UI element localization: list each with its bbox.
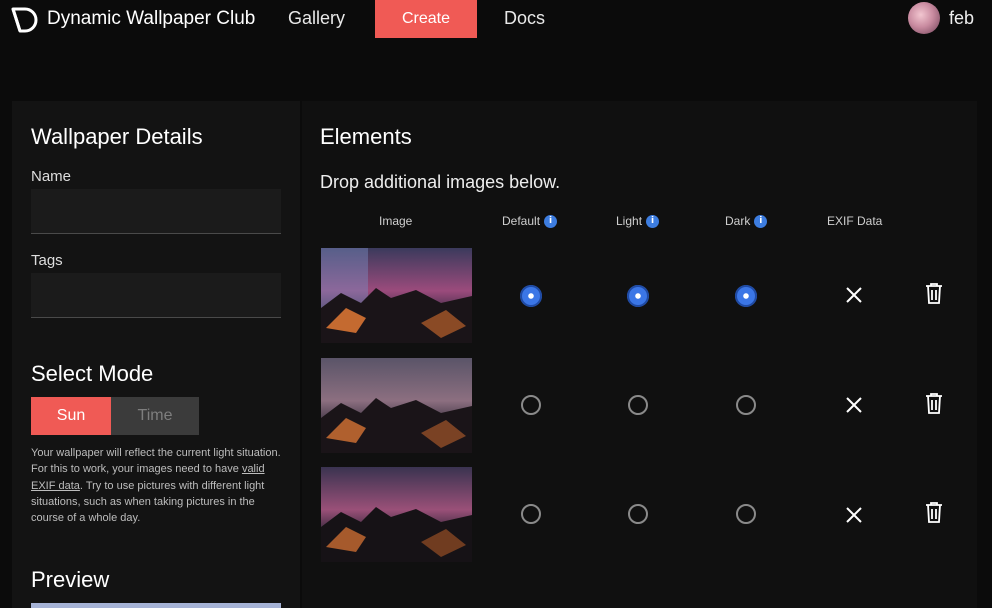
row-default-radio[interactable] — [520, 285, 542, 307]
row-default-radio[interactable] — [521, 504, 541, 524]
col-light: Light i — [616, 214, 660, 228]
row-light-radio[interactable] — [628, 395, 648, 415]
col-image: Image — [379, 214, 412, 228]
row-dark-radio[interactable] — [736, 395, 756, 415]
trash-icon[interactable] — [924, 392, 944, 414]
trash-icon[interactable] — [924, 282, 944, 304]
name-label: Name — [31, 168, 72, 185]
tags-label: Tags — [31, 252, 63, 269]
elements-heading: Elements — [320, 124, 412, 149]
info-icon[interactable]: i — [646, 214, 660, 228]
name-field[interactable] — [31, 189, 281, 234]
brand-name[interactable]: Dynamic Wallpaper Club — [47, 8, 255, 30]
row-light-radio[interactable] — [627, 285, 649, 307]
element-thumbnail[interactable] — [321, 358, 472, 453]
details-heading: Wallpaper Details — [31, 124, 203, 149]
tags-field[interactable] — [31, 273, 281, 318]
col-exif-label: EXIF Data — [827, 214, 883, 228]
preview-heading: Preview — [31, 567, 110, 592]
logo-icon[interactable] — [10, 4, 40, 34]
col-exif: EXIF Data — [827, 214, 882, 228]
info-icon[interactable]: i — [754, 214, 768, 228]
mode-sun-button[interactable]: Sun — [31, 397, 111, 435]
top-nav: Dynamic Wallpaper Club Gallery Create Do… — [0, 0, 992, 40]
nav-create-button[interactable]: Create — [375, 0, 477, 38]
select-mode-heading: Select Mode — [31, 361, 154, 386]
nav-docs-link[interactable]: Docs — [504, 8, 545, 29]
element-thumbnail[interactable] — [321, 467, 472, 562]
row-default-radio[interactable] — [521, 395, 541, 415]
mode-toggle: Sun Time — [31, 397, 199, 435]
elements-panel: Elements Drop additional images below. I… — [302, 101, 977, 608]
username[interactable]: feb — [949, 8, 974, 29]
close-icon — [846, 287, 862, 303]
close-icon — [846, 507, 862, 523]
row-dark-radio[interactable] — [735, 285, 757, 307]
mode-help-text: Your wallpaper will reflect the current … — [31, 445, 287, 526]
avatar[interactable] — [908, 2, 940, 34]
col-light-label: Light — [616, 214, 643, 228]
element-thumbnail[interactable] — [321, 248, 472, 343]
col-image-label: Image — [379, 214, 413, 228]
col-default: Default i — [502, 214, 558, 228]
row-light-radio[interactable] — [628, 504, 648, 524]
col-dark: Dark i — [725, 214, 768, 228]
close-icon — [846, 397, 862, 413]
nav-gallery-link[interactable]: Gallery — [288, 8, 345, 29]
row-dark-radio[interactable] — [736, 504, 756, 524]
preview-image — [31, 603, 281, 608]
wallpaper-details-panel: Wallpaper Details Name Tags Select Mode … — [12, 101, 300, 608]
trash-icon[interactable] — [924, 501, 944, 523]
col-default-label: Default — [502, 214, 541, 228]
drop-instructions: Drop additional images below. — [320, 172, 561, 192]
mode-time-button[interactable]: Time — [111, 397, 199, 435]
info-icon[interactable]: i — [544, 214, 558, 228]
col-dark-label: Dark — [725, 214, 751, 228]
